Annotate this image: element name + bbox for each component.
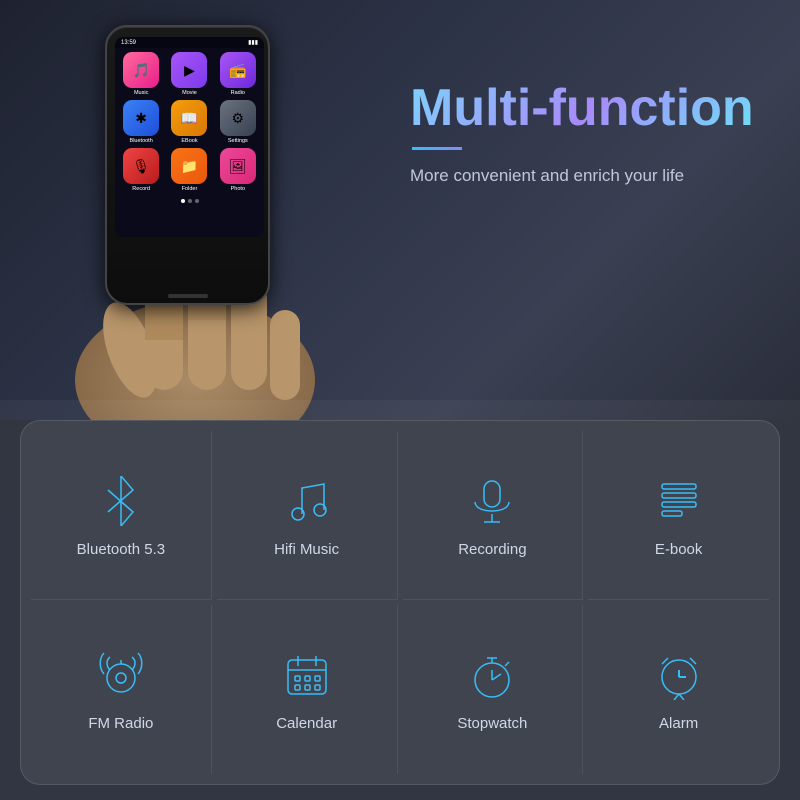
feature-label-hifi-music: Hifi Music bbox=[274, 541, 339, 558]
feature-label-bluetooth: Bluetooth 5.3 bbox=[77, 541, 165, 558]
app-icon-bluetooth: ✱ Bluetooth bbox=[119, 100, 163, 144]
feature-item-calendar: Calendar bbox=[217, 605, 398, 774]
music-note-icon bbox=[279, 473, 335, 529]
hero-title: Multi-function bbox=[410, 80, 770, 137]
app-icon-record: 🎙 Record bbox=[119, 148, 163, 192]
device-container: 13:59 ▮▮▮ 🎵 Music ▶ Movie 📻 Radio ✱ Blue… bbox=[105, 25, 280, 325]
app-icon-photo: 🖼 Photo bbox=[216, 148, 260, 192]
app-icon-movie: ▶ Movie bbox=[167, 52, 211, 96]
hero-text: Multi-function More convenient and enric… bbox=[410, 80, 770, 186]
hero-subtitle: More convenient and enrich your life bbox=[410, 166, 770, 186]
feature-item-recording: Recording bbox=[403, 431, 584, 600]
feature-item-fm-radio: FM Radio bbox=[31, 605, 212, 774]
app-icon-folder: 📁 Folder bbox=[167, 148, 211, 192]
ebook-icon bbox=[651, 473, 707, 529]
bluetooth-icon bbox=[93, 473, 149, 529]
screen-dots bbox=[115, 199, 264, 203]
feature-label-calendar: Calendar bbox=[276, 715, 337, 732]
app-icon-radio: 📻 Radio bbox=[216, 52, 260, 96]
feature-item-ebook: E-book bbox=[588, 431, 769, 600]
microphone-icon bbox=[464, 473, 520, 529]
alarm-icon bbox=[651, 647, 707, 703]
feature-item-alarm: Alarm bbox=[588, 605, 769, 774]
app-icon-settings: ⚙ Settings bbox=[216, 100, 260, 144]
feature-label-recording: Recording bbox=[458, 541, 526, 558]
top-section: 13:59 ▮▮▮ 🎵 Music ▶ Movie 📻 Radio ✱ Blue… bbox=[0, 0, 800, 420]
app-grid: 🎵 Music ▶ Movie 📻 Radio ✱ Bluetooth 📖 EB… bbox=[115, 48, 264, 196]
features-panel: Bluetooth 5.3 Hifi Music Recording E-boo… bbox=[20, 420, 780, 785]
feature-item-bluetooth: Bluetooth 5.3 bbox=[31, 431, 212, 600]
feature-item-hifi-music: Hifi Music bbox=[217, 431, 398, 600]
feature-label-alarm: Alarm bbox=[659, 715, 698, 732]
feature-item-stopwatch: Stopwatch bbox=[403, 605, 584, 774]
status-bar: 13:59 ▮▮▮ bbox=[115, 37, 264, 48]
radio-icon bbox=[93, 647, 149, 703]
stopwatch-icon bbox=[464, 647, 520, 703]
battery-icon: ▮▮▮ bbox=[248, 39, 258, 46]
time-display: 13:59 bbox=[121, 40, 136, 46]
device-body: 13:59 ▮▮▮ 🎵 Music ▶ Movie 📻 Radio ✱ Blue… bbox=[105, 25, 270, 305]
app-icon-music: 🎵 Music bbox=[119, 52, 163, 96]
hand-area: 13:59 ▮▮▮ 🎵 Music ▶ Movie 📻 Radio ✱ Blue… bbox=[0, 0, 420, 420]
hero-underline bbox=[412, 147, 462, 150]
feature-label-fm-radio: FM Radio bbox=[88, 715, 153, 732]
app-icon-ebook: 📖 EBook bbox=[167, 100, 211, 144]
device-screen: 13:59 ▮▮▮ 🎵 Music ▶ Movie 📻 Radio ✱ Blue… bbox=[115, 37, 264, 237]
features-section: Bluetooth 5.3 Hifi Music Recording E-boo… bbox=[0, 400, 800, 800]
feature-label-stopwatch: Stopwatch bbox=[457, 715, 527, 732]
calendar-icon bbox=[279, 647, 335, 703]
feature-label-ebook: E-book bbox=[655, 541, 703, 558]
